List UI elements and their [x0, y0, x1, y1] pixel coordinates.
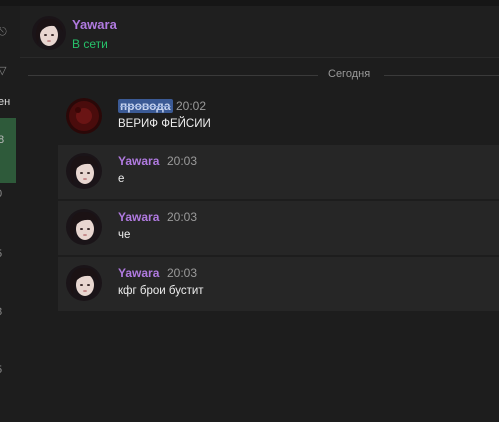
divider-line: [384, 75, 499, 76]
message-text: ВЕРИФ ФЕЙСИИ: [118, 118, 211, 130]
contact-name[interactable]: Yawara: [72, 17, 117, 32]
message-item[interactable]: провода 20:02 ВЕРИФ ФЕЙСИИ: [58, 90, 499, 144]
sidebar-count: 5: [0, 248, 2, 260]
sidebar-count: 0: [0, 188, 2, 200]
message-time: 20:03: [167, 210, 198, 224]
online-status: В сети: [72, 37, 108, 51]
message-text: е: [118, 173, 125, 185]
message-time: 20:03: [167, 154, 198, 168]
message-author[interactable]: Yawara: [118, 266, 159, 280]
filter-icon[interactable]: ▽: [0, 64, 6, 77]
date-divider: Сегодня: [28, 66, 499, 84]
date-label: Сегодня: [328, 68, 371, 80]
sidebar: ⎋ ▽ ен 8 0 5 8 5: [0, 6, 20, 422]
sidebar-active-item[interactable]: 8: [0, 118, 16, 183]
avatar[interactable]: [66, 265, 102, 301]
message-item[interactable]: Yawara 20:03 кфг брои бустит: [58, 257, 499, 311]
avatar[interactable]: [66, 98, 102, 134]
message-text: че: [118, 229, 131, 241]
message-item[interactable]: Yawara 20:03 че: [58, 201, 499, 255]
message-author[interactable]: Yawara: [118, 154, 159, 168]
sidebar-label: ен: [0, 96, 11, 108]
avatar[interactable]: [32, 16, 66, 50]
divider-line: [28, 75, 318, 76]
avatar[interactable]: [66, 153, 102, 189]
message-text: кфг брои бустит: [118, 285, 204, 297]
sidebar-count: 5: [0, 364, 2, 376]
message-author[interactable]: Yawara: [118, 210, 159, 224]
message-item[interactable]: Yawara 20:03 е: [58, 145, 499, 199]
chat-header: Yawara В сети: [20, 6, 499, 58]
message-time: 20:03: [167, 266, 198, 280]
message-time: 20:02: [176, 99, 207, 113]
message-author[interactable]: провода: [118, 99, 173, 113]
avatar[interactable]: [66, 209, 102, 245]
sidebar-count: 8: [0, 306, 2, 318]
headset-icon[interactable]: ⎋: [0, 26, 7, 39]
sidebar-count: 8: [0, 134, 5, 146]
